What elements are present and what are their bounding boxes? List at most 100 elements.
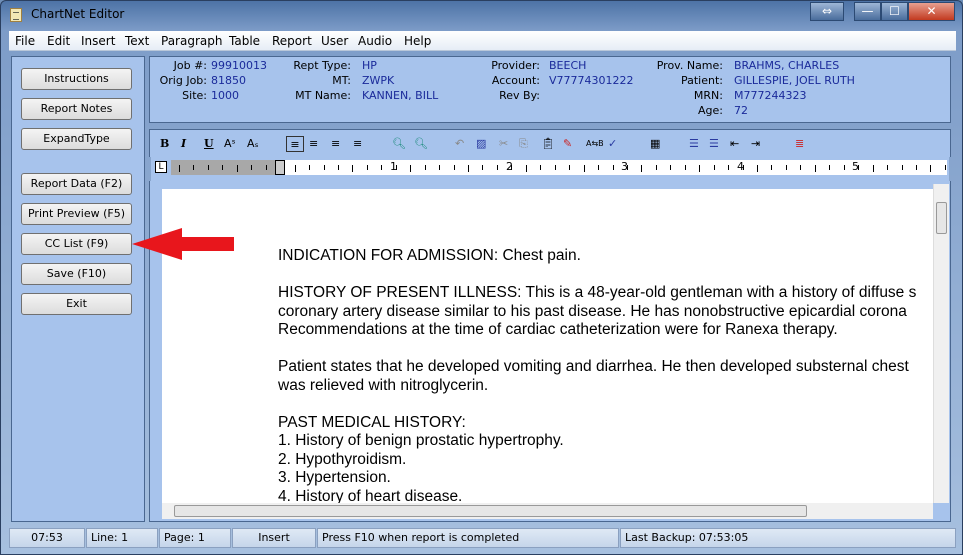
scrollbar-thumb[interactable] xyxy=(936,202,947,234)
ruler-tick xyxy=(265,165,267,170)
mt-value: ZWPK xyxy=(362,74,395,87)
menu-edit[interactable]: Edit xyxy=(47,34,70,48)
document-line: Patient states that he developed vomitin… xyxy=(278,358,909,375)
ruler-margin xyxy=(171,160,280,175)
expandtype-button[interactable]: ExpandType xyxy=(21,128,132,150)
ruler-tick xyxy=(699,165,701,172)
document-line: was relieved with nitroglycerin. xyxy=(278,376,489,394)
rev-by-label: Rev By: xyxy=(499,89,540,102)
menu-report[interactable]: Report xyxy=(272,34,312,48)
zoom-in-icon[interactable]: 🔍︎ xyxy=(392,136,406,152)
align-right-icon[interactable]: ≡ xyxy=(353,136,362,152)
exit-button[interactable]: Exit xyxy=(21,293,132,315)
cc-list-button[interactable]: CC List (F9) xyxy=(21,233,132,255)
document-line: 1. History of benign prostatic hypertrop… xyxy=(278,432,564,449)
orig-job-value: 81850 xyxy=(211,74,246,87)
ruler-tick xyxy=(901,165,903,170)
prov-name-value: BRAHMS, CHARLES xyxy=(734,59,840,72)
subscript-button[interactable]: Aₛ xyxy=(247,136,259,152)
account-label: Account: xyxy=(491,74,540,87)
bullets-icon[interactable]: ☰ xyxy=(689,136,699,152)
mt-name-value: KANNEN, BILL xyxy=(362,89,439,102)
underline-button[interactable]: U xyxy=(204,136,214,152)
maximize-button[interactable]: ☐ xyxy=(881,2,908,21)
align-left-icon[interactable]: ≡ xyxy=(286,136,304,152)
window-title: ChartNet Editor xyxy=(31,7,125,21)
ruler-tick xyxy=(540,165,542,170)
ruler-number: 5 xyxy=(852,160,859,173)
ruler-tick xyxy=(655,165,657,170)
ruler-tick xyxy=(482,165,484,170)
resize-toggle-button[interactable]: ⇔ xyxy=(810,2,844,21)
status-backup: Last Backup: 07:53:05 xyxy=(620,528,956,548)
vertical-scrollbar[interactable] xyxy=(933,184,949,503)
ruler-tick xyxy=(641,165,643,172)
ruler-tick xyxy=(713,165,715,170)
report-data-button[interactable]: Report Data (F2) xyxy=(21,173,132,195)
ruler-tick xyxy=(410,165,412,172)
borders-icon[interactable]: ▨ xyxy=(476,136,486,152)
cut-icon[interactable]: ✂ xyxy=(499,136,508,152)
instructions-button[interactable]: Instructions xyxy=(21,68,132,90)
ruler-tick xyxy=(381,165,383,170)
menu-help[interactable]: Help xyxy=(404,34,431,48)
copy-icon[interactable]: ⎘ xyxy=(519,136,528,152)
close-button[interactable]: ✕ xyxy=(908,2,955,21)
menu-user[interactable]: User xyxy=(321,34,348,48)
report-notes-button[interactable]: Report Notes xyxy=(21,98,132,120)
italic-button[interactable]: I xyxy=(181,136,186,152)
ruler-tick xyxy=(814,165,816,172)
age-value: 72 xyxy=(734,104,748,117)
job-label: Job #: xyxy=(173,59,207,72)
indent-marker[interactable] xyxy=(275,160,285,175)
highlight-icon[interactable]: ✎ xyxy=(563,136,572,152)
account-value: V77774301222 xyxy=(549,74,634,87)
superscript-button[interactable]: Aˢ xyxy=(224,136,236,152)
menu-insert[interactable]: Insert xyxy=(81,34,115,48)
ruler-number: 2 xyxy=(506,160,513,173)
ruler-tick xyxy=(193,165,195,170)
find-replace-icon[interactable]: A⇆B xyxy=(586,136,604,152)
increase-indent-icon[interactable]: ⇥ xyxy=(751,136,760,152)
minimize-button[interactable]: — xyxy=(854,2,881,21)
page-break-icon[interactable]: ≣ xyxy=(795,136,804,152)
ruler-tick xyxy=(337,165,339,170)
print-preview-button[interactable]: Print Preview (F5) xyxy=(21,203,132,225)
ruler-tick xyxy=(439,165,441,170)
undo-icon[interactable]: ↶ xyxy=(455,136,464,152)
ruler-tick xyxy=(728,165,730,170)
menu-bar: File Edit Insert Text Paragraph Table Re… xyxy=(9,31,956,51)
horizontal-scrollbar[interactable] xyxy=(162,503,933,519)
spellcheck-icon[interactable]: ✓ xyxy=(608,136,617,152)
mt-name-label: MT Name: xyxy=(295,89,351,102)
provider-value: BEECH xyxy=(549,59,587,72)
numbering-icon[interactable]: ☰ xyxy=(709,136,719,152)
bold-button[interactable]: B xyxy=(160,136,169,152)
zoom-out-icon[interactable]: 🔍︎ xyxy=(414,136,428,152)
decrease-indent-icon[interactable]: ⇤ xyxy=(730,136,739,152)
ruler-tick xyxy=(453,165,455,170)
ruler-tick xyxy=(554,165,556,170)
status-message: Press F10 when report is completed xyxy=(317,528,619,548)
justify-icon[interactable]: ≡ xyxy=(331,136,340,152)
align-center-icon[interactable]: ≡ xyxy=(309,136,318,152)
paste-icon[interactable]: 📋︎ xyxy=(541,136,555,152)
menu-paragraph[interactable]: Paragraph xyxy=(161,34,222,48)
orig-job-label: Orig Job: xyxy=(159,74,207,87)
mrn-label: MRN: xyxy=(693,89,723,102)
status-mode: Insert xyxy=(232,528,316,548)
ruler-tick xyxy=(944,165,946,170)
menu-table[interactable]: Table xyxy=(229,34,260,48)
ruler-tick xyxy=(496,165,498,170)
menu-text[interactable]: Text xyxy=(125,34,149,48)
tab-stop-icon[interactable]: L xyxy=(155,161,167,173)
ruler[interactable]: L 1 2 3 4 5 xyxy=(151,157,949,181)
save-button[interactable]: Save (F10) xyxy=(21,263,132,285)
menu-file[interactable]: File xyxy=(15,34,35,48)
scrollbar-thumb[interactable] xyxy=(174,505,807,517)
rept-type-label: Rept Type: xyxy=(293,59,351,72)
document-page[interactable]: INDICATION FOR ADMISSION: Chest pain. HIS… xyxy=(162,189,933,503)
document-line: 3. Hypertension. xyxy=(278,469,391,486)
menu-audio[interactable]: Audio xyxy=(358,34,392,48)
table-icon[interactable]: ▦ xyxy=(650,136,660,152)
